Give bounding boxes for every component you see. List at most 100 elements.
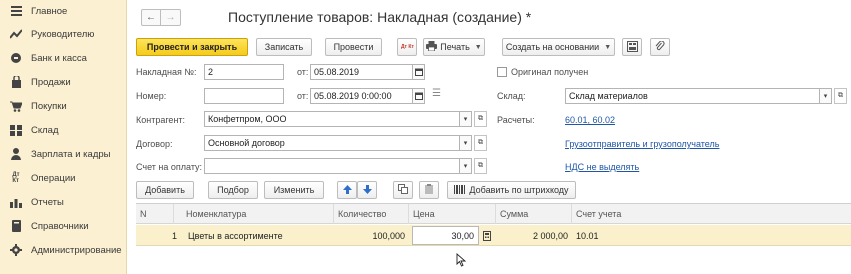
- calendar-icon[interactable]: [413, 88, 425, 104]
- coins-icon: [10, 52, 22, 64]
- number-date-field[interactable]: 05.08.2019 0:00:00: [310, 88, 413, 104]
- menu-lines-icon: [10, 5, 22, 17]
- sidebar-item-admin[interactable]: Администрирование: [0, 239, 127, 261]
- vat-link[interactable]: НДС не выделять: [565, 162, 639, 172]
- sidebar-item-manager[interactable]: Руководителю: [0, 23, 127, 45]
- sidebar-item-label: Банк и касса: [31, 52, 87, 64]
- table-header: N Номенклатура Количество Цена Сумма Сче…: [136, 204, 851, 224]
- dt-kt-button[interactable]: Дт Кт: [397, 38, 417, 56]
- invoice-date-field[interactable]: 05.08.2019: [310, 64, 413, 80]
- person-icon: [10, 148, 22, 160]
- calculator-icon[interactable]: [480, 225, 494, 246]
- column-header-quantity[interactable]: Количество: [334, 204, 409, 224]
- back-button[interactable]: ←: [141, 9, 161, 26]
- copy-icon: [398, 184, 408, 196]
- calendar-icon[interactable]: [413, 64, 425, 80]
- chevron-down-icon[interactable]: ▾: [820, 88, 832, 104]
- column-header-n[interactable]: N: [136, 204, 174, 224]
- invoice-for-payment-field[interactable]: [204, 158, 460, 174]
- arrow-down-icon: [362, 184, 372, 196]
- row-quantity[interactable]: 100,000: [334, 225, 409, 246]
- table-row[interactable]: 1 Цветы в ассортименте 100,000 30,00 2 0…: [136, 225, 851, 246]
- move-up-button[interactable]: [337, 181, 357, 199]
- sidebar-item-label: Администрирование: [31, 244, 122, 256]
- sidebar-item-label: Отчеты: [31, 196, 64, 208]
- paperclip-icon: [655, 40, 665, 54]
- invoice-for-payment-label: Счет на оплату:: [136, 162, 203, 172]
- number-date-label: от:: [297, 91, 309, 101]
- structure-icon: [626, 40, 638, 54]
- invoice-number-field[interactable]: 2: [204, 64, 284, 80]
- structure-button[interactable]: [622, 38, 642, 56]
- warehouse-grid-icon: [10, 124, 22, 136]
- column-header-item[interactable]: Номенклатура: [174, 204, 334, 224]
- shipper-consignee-link[interactable]: Грузоотправитель и грузополучатель: [565, 139, 719, 149]
- warehouse-field[interactable]: Склад материалов: [565, 88, 820, 104]
- sidebar-item-operations[interactable]: Дт Кт Операции: [0, 167, 127, 189]
- sidebar-item-label: Склад: [31, 124, 59, 136]
- add-by-barcode-button[interactable]: Добавить по штрихкоду: [447, 181, 576, 199]
- chevron-down-icon[interactable]: ▾: [460, 135, 472, 151]
- original-received-label: Оригинал получен: [511, 67, 589, 77]
- original-received-checkbox[interactable]: [497, 67, 507, 77]
- copy-button[interactable]: [393, 181, 413, 199]
- open-icon[interactable]: ⧉: [474, 135, 487, 151]
- row-item[interactable]: Цветы в ассортименте: [184, 225, 334, 246]
- row-price-input[interactable]: 30,00: [412, 226, 479, 245]
- sidebar-item-label: Зарплата и кадры: [31, 148, 111, 160]
- change-button[interactable]: Изменить: [264, 181, 324, 199]
- counterparty-field[interactable]: Конфетпром, ООО: [204, 111, 460, 127]
- column-header-account[interactable]: Счет учета: [572, 204, 851, 224]
- column-header-price[interactable]: Цена: [409, 204, 496, 224]
- paste-button[interactable]: [419, 181, 439, 199]
- column-header-sum[interactable]: Сумма: [496, 204, 572, 224]
- trend-chart-icon: [10, 28, 22, 40]
- list-icon[interactable]: ☰: [432, 88, 441, 99]
- forward-button[interactable]: →: [161, 9, 181, 26]
- open-icon[interactable]: ⧉: [474, 111, 487, 127]
- chevron-down-icon[interactable]: ▾: [460, 111, 472, 127]
- settlements-link[interactable]: 60.01, 60.02: [565, 115, 615, 125]
- sidebar-item-sales[interactable]: Продажи: [0, 71, 127, 93]
- open-icon[interactable]: ⧉: [834, 88, 847, 104]
- row-sum[interactable]: 2 000,00: [496, 225, 572, 246]
- printer-icon: [426, 41, 438, 53]
- create-based-on-button[interactable]: Создать на основании ▼: [502, 38, 615, 56]
- shopping-cart-icon: [10, 100, 22, 112]
- save-button[interactable]: Записать: [256, 38, 312, 56]
- sidebar-item-label: Продажи: [31, 76, 71, 88]
- sidebar-item-main[interactable]: Главное: [0, 0, 127, 22]
- move-down-button[interactable]: [357, 181, 377, 199]
- sidebar-item-warehouse[interactable]: Склад: [0, 119, 127, 141]
- book-icon: [10, 220, 22, 232]
- add-row-button[interactable]: Добавить: [136, 181, 194, 199]
- settlements-label: Расчеты:: [497, 115, 535, 125]
- sidebar: Главное Руководителю Банк и касса Продаж…: [0, 0, 127, 274]
- warehouse-label: Склад:: [497, 91, 526, 101]
- chevron-down-icon[interactable]: ▾: [460, 158, 472, 174]
- arrow-up-icon: [342, 184, 352, 196]
- goods-table: N Номенклатура Количество Цена Сумма Сче…: [136, 203, 851, 274]
- print-button[interactable]: Печать ▼: [423, 38, 485, 56]
- sidebar-item-catalogs[interactable]: Справочники: [0, 215, 127, 237]
- bar-chart-icon: [10, 196, 22, 208]
- shopping-bag-icon: [10, 76, 22, 88]
- gear-icon: [10, 244, 22, 256]
- row-account[interactable]: 10.01: [572, 225, 692, 246]
- sidebar-item-salary[interactable]: Зарплата и кадры: [0, 143, 127, 165]
- sidebar-item-label: Главное: [31, 5, 68, 17]
- sidebar-item-bank[interactable]: Банк и касса: [0, 47, 127, 69]
- post-button[interactable]: Провести: [325, 38, 382, 56]
- mouse-cursor-icon: [456, 253, 468, 267]
- paste-icon: [424, 184, 434, 196]
- number-field[interactable]: [204, 88, 284, 104]
- invoice-number-label: Накладная №:: [136, 67, 197, 77]
- contract-field[interactable]: Основной договор: [204, 135, 460, 151]
- select-button[interactable]: Подбор: [208, 181, 258, 199]
- sidebar-item-reports[interactable]: Отчеты: [0, 191, 127, 213]
- sidebar-item-purchases[interactable]: Покупки: [0, 95, 127, 117]
- open-icon[interactable]: ⧉: [474, 158, 487, 174]
- attach-button[interactable]: [650, 38, 670, 56]
- sidebar-item-label: Справочники: [31, 220, 89, 232]
- post-and-close-button[interactable]: Провести и закрыть: [136, 38, 248, 56]
